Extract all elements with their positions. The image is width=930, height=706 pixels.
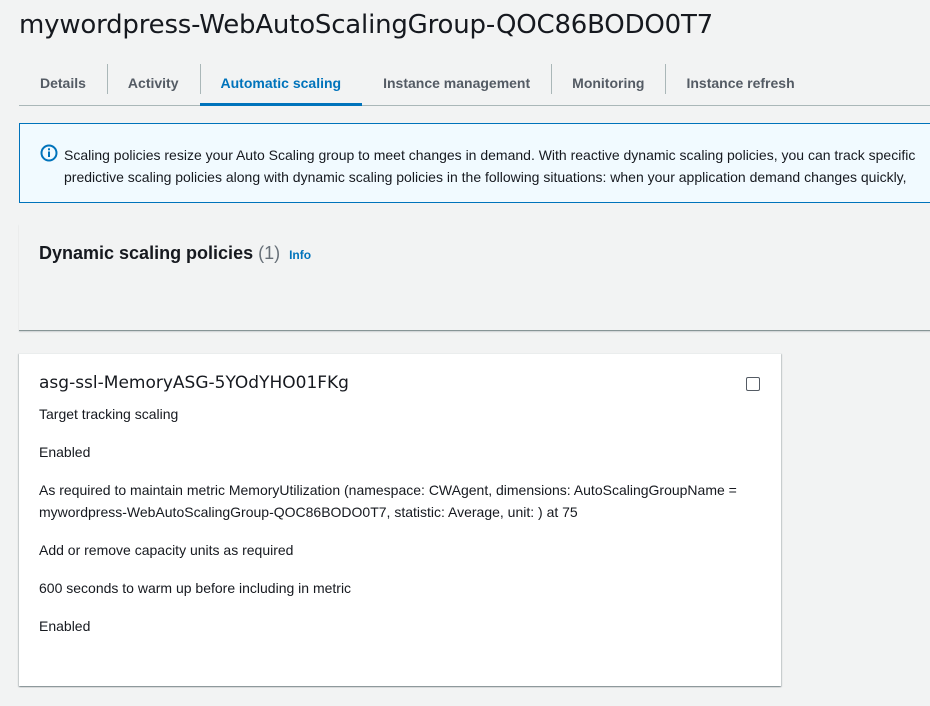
policy-type: Target tracking scaling [39, 406, 179, 422]
section-title: Dynamic scaling policies [39, 243, 254, 263]
info-alert-text-line1: Scaling policies resize your Auto Scalin… [64, 147, 916, 163]
tab-bar: Details Activity Automatic scaling Insta… [19, 60, 930, 106]
dynamic-scaling-policies-panel: Dynamic scaling policies (1) Info [19, 224, 930, 331]
tab-monitoring[interactable]: Monitoring [551, 60, 665, 105]
policy-status: Enabled [39, 444, 91, 460]
tab-activity[interactable]: Activity [106, 60, 200, 105]
policy-select-checkbox[interactable] [746, 377, 760, 391]
tab-details[interactable]: Details [19, 60, 107, 105]
tab-automatic-scaling[interactable]: Automatic scaling [199, 60, 363, 106]
policy-scale-in-status: Enabled [39, 618, 91, 634]
tab-instance-management[interactable]: Instance management [362, 60, 551, 105]
info-link[interactable]: Info [289, 248, 311, 262]
policy-capacity: Add or remove capacity units as required [39, 542, 294, 558]
info-alert-text-line2: predictive scaling policies along with d… [64, 169, 907, 185]
policy-description-line1: As required to maintain metric MemoryUti… [39, 482, 737, 498]
dynamic-scaling-header: Dynamic scaling policies (1) Info [39, 243, 311, 264]
policy-card: asg-ssl-MemoryASG-5YOdYHO01FKg Target tr… [19, 353, 781, 686]
info-circle-icon [40, 144, 58, 162]
policy-count: (1) [258, 243, 281, 263]
page-title: mywordpress-WebAutoScalingGroup-QOC86BOD… [19, 10, 714, 40]
page: mywordpress-WebAutoScalingGroup-QOC86BOD… [0, 0, 930, 706]
policy-description-line2: mywordpress-WebAutoScalingGroup-QOC86BOD… [39, 504, 578, 520]
tab-instance-refresh[interactable]: Instance refresh [665, 60, 815, 105]
policy-warmup: 600 seconds to warm up before including … [39, 580, 352, 596]
info-alert: Scaling policies resize your Auto Scalin… [19, 123, 930, 203]
policy-name: asg-ssl-MemoryASG-5YOdYHO01FKg [39, 373, 349, 393]
